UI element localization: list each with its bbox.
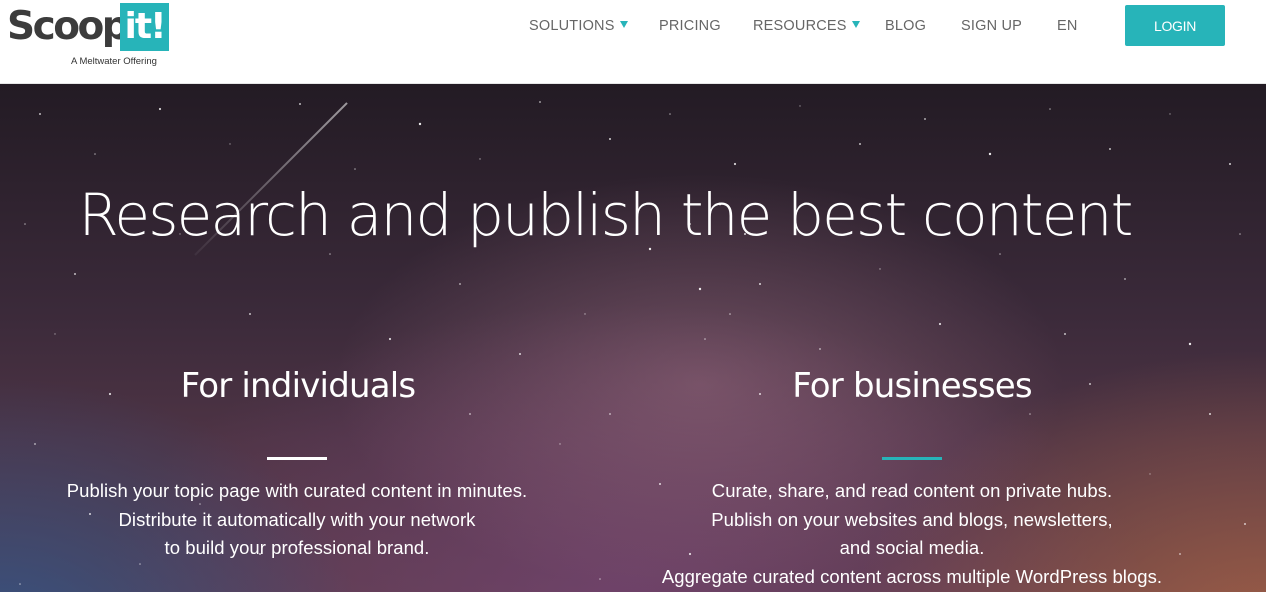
businesses-line: Aggregate curated content across multipl… [661,565,1163,587]
nav-solutions-label: SOLUTIONS [529,18,615,34]
caret-down-icon [619,21,628,28]
nav-resources[interactable]: RESOURCES [753,18,860,34]
nav-language[interactable]: EN [1057,18,1078,34]
businesses-line: Publish on your websites and blogs, news… [711,508,1113,530]
site-header: Scoop. it! A Meltwater Offering SOLUTION… [0,0,1266,84]
hero-section: Research and publish the best content Fo… [0,84,1266,592]
businesses-line: Curate, share, and read content on priva… [711,480,1113,501]
individuals-title: For individuals [180,366,416,406]
individuals-line: Distribute it automatically with your ne… [118,508,476,530]
businesses-title: For businesses [792,366,1032,406]
nav-solutions[interactable]: SOLUTIONS [529,18,628,34]
nav-signup[interactable]: SIGN UP [961,18,1022,34]
individuals-divider [267,457,327,460]
individuals-line: to build your professional brand. [164,537,430,558]
individuals-line: Publish your topic page with curated con… [66,480,528,501]
businesses-line: and social media. [839,537,985,558]
individuals-description: Publish your topic page with curated con… [17,477,577,563]
nav-resources-label: RESOURCES [753,18,847,34]
scoopit-logo[interactable]: Scoop. it! A Meltwater Offering [7,3,172,69]
caret-down-icon [851,21,860,28]
logo-it-box: it! [120,3,169,51]
logo-tagline: A Meltwater Offering [71,56,157,67]
businesses-divider [882,457,942,460]
businesses-description: Curate, share, and read content on priva… [632,477,1192,591]
hero-title: Research and publish the best content [78,181,1133,249]
nav-blog[interactable]: BLOG [885,18,926,34]
nav-pricing[interactable]: PRICING [659,18,721,34]
login-button[interactable]: LOGIN [1125,5,1225,46]
